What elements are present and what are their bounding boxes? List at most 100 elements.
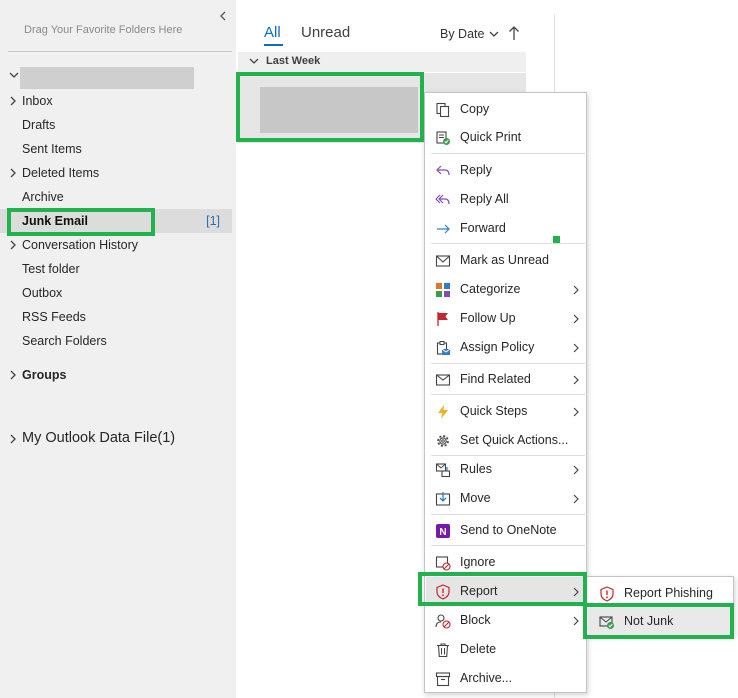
submenu-arrow-icon: [573, 375, 579, 385]
menu-item-label: Categorize: [460, 282, 521, 296]
menu-item-label: Move: [460, 491, 491, 505]
menu-item-rules[interactable]: Rules: [426, 455, 586, 483]
flag-icon: [434, 310, 452, 328]
menu-item-copy[interactable]: Copy: [426, 95, 586, 123]
folder-sent-items[interactable]: Sent Items: [0, 137, 232, 161]
favorites-hint: Drag Your Favorite Folders Here: [24, 24, 183, 36]
menu-item-mark-as-unread[interactable]: Mark as Unread: [426, 246, 586, 274]
annotation-marker: [553, 236, 560, 243]
copy-icon: [434, 101, 452, 119]
folder-my-outlook-data-file[interactable]: My Outlook Data File(1): [0, 427, 232, 451]
menu-item-assign-policy[interactable]: Assign Policy: [426, 333, 586, 361]
menu-item-report[interactable]: Report: [426, 577, 586, 605]
folder-label: Test folder: [22, 262, 80, 276]
menu-item-archive[interactable]: Archive...: [426, 664, 586, 692]
menu-item-move[interactable]: Move: [426, 484, 586, 512]
menu-item-label: Send to OneNote: [460, 523, 557, 537]
tab-unread[interactable]: Unread: [301, 24, 350, 41]
folder-label: Groups: [22, 368, 67, 382]
menu-item-send-to-onenote[interactable]: N Send to OneNote: [426, 516, 586, 544]
sort-label: By Date: [440, 27, 485, 41]
folder-deleted-items[interactable]: Deleted Items: [0, 161, 232, 185]
reply-icon: [434, 162, 452, 180]
menu-item-label: Find Related: [460, 372, 531, 386]
submenu-arrow-icon: [573, 587, 579, 597]
block-icon: [434, 612, 452, 630]
group-header-last-week[interactable]: Last Week: [238, 52, 526, 72]
sort-direction-arrow-icon[interactable]: [508, 25, 520, 41]
menu-separator: [431, 514, 585, 515]
menu-item-label: Block: [460, 613, 491, 627]
ignore-icon: [434, 554, 452, 572]
menu-item-ignore[interactable]: Ignore: [426, 548, 586, 576]
folder-inbox[interactable]: Inbox: [0, 89, 232, 113]
folder-search-folders[interactable]: Search Folders: [0, 329, 232, 353]
submenu-arrow-icon: [573, 407, 579, 417]
chevron-down-icon: [9, 72, 19, 78]
menu-item-label: Forward: [460, 221, 506, 235]
chevron-down-icon: [249, 58, 259, 64]
menu-item-quick-steps[interactable]: Quick Steps: [426, 397, 586, 425]
folder-test-folder[interactable]: Test folder: [0, 257, 232, 281]
menu-item-quick-print[interactable]: Quick Print: [426, 123, 586, 151]
folder-label: Drafts: [22, 118, 56, 132]
menu-separator: [431, 153, 585, 154]
folder-label: My Outlook Data File(1): [22, 430, 176, 446]
folder-archive[interactable]: Archive: [0, 185, 232, 209]
account-name-redacted: [20, 67, 194, 89]
menu-item-label: Set Quick Actions...: [460, 433, 569, 447]
reply-all-icon: [434, 191, 452, 209]
menu-item-forward[interactable]: Forward: [426, 214, 586, 242]
submenu-item-not-junk[interactable]: Not Junk: [588, 607, 733, 635]
menu-item-delete[interactable]: Delete: [426, 635, 586, 663]
report-submenu: Report Phishing Not Junk: [586, 576, 734, 636]
submenu-arrow-icon: [573, 616, 579, 626]
quick-print-icon: [434, 129, 452, 147]
menu-item-find-related[interactable]: Find Related: [426, 365, 586, 393]
tab-all[interactable]: All: [264, 24, 281, 41]
folder-label: Archive: [22, 190, 64, 204]
folder-junk-email[interactable]: Junk Email [1]: [0, 209, 232, 233]
menu-item-set-quick-actions[interactable]: Set Quick Actions...: [426, 426, 586, 454]
folder-rss-feeds[interactable]: RSS Feeds: [0, 305, 232, 329]
menu-item-categorize[interactable]: Categorize: [426, 275, 586, 303]
context-menu: Copy Quick Print Reply Reply All Forward…: [424, 92, 587, 693]
svg-text:N: N: [439, 527, 446, 538]
folder-conversation-history[interactable]: Conversation History: [0, 233, 232, 257]
submenu-item-label: Report Phishing: [624, 586, 713, 600]
submenu-arrow-icon: [573, 465, 579, 475]
folder-label: Conversation History: [22, 238, 139, 252]
account-header[interactable]: [0, 66, 236, 90]
menu-item-label: Mark as Unread: [460, 253, 549, 267]
archive-icon: [434, 670, 452, 688]
submenu-arrow-icon: [573, 343, 579, 353]
menu-item-block[interactable]: Block: [426, 606, 586, 634]
divider: [8, 51, 232, 52]
menu-separator: [431, 394, 585, 395]
submenu-item-report-phishing[interactable]: Report Phishing: [588, 579, 733, 607]
folder-label: RSS Feeds: [22, 310, 86, 324]
gear-icon: [434, 432, 452, 450]
folder-drafts[interactable]: Drafts: [0, 113, 232, 137]
folder-outbox[interactable]: Outbox: [0, 281, 232, 305]
menu-item-follow-up[interactable]: Follow Up: [426, 304, 586, 332]
folder-label: Deleted Items: [22, 166, 100, 180]
folder-label: Search Folders: [22, 334, 107, 348]
menu-item-reply[interactable]: Reply: [426, 156, 586, 184]
folder-label: Inbox: [22, 94, 53, 108]
folder-label: Outbox: [22, 286, 63, 300]
menu-item-label: Report: [460, 584, 498, 598]
menu-item-label: Quick Print: [460, 130, 522, 144]
menu-item-label: Rules: [460, 462, 492, 476]
collapse-pane-button[interactable]: [216, 8, 230, 24]
onenote-icon: N: [434, 522, 452, 540]
menu-item-reply-all[interactable]: Reply All: [426, 185, 586, 213]
sort-by-button[interactable]: By Date: [440, 27, 499, 41]
chevron-down-icon: [490, 31, 499, 37]
submenu-arrow-icon: [573, 494, 579, 504]
menu-separator: [431, 243, 585, 244]
not-junk-icon: [598, 613, 616, 631]
menu-separator: [431, 363, 585, 364]
folder-label: Sent Items: [22, 142, 82, 156]
folder-groups[interactable]: Groups: [0, 363, 232, 387]
